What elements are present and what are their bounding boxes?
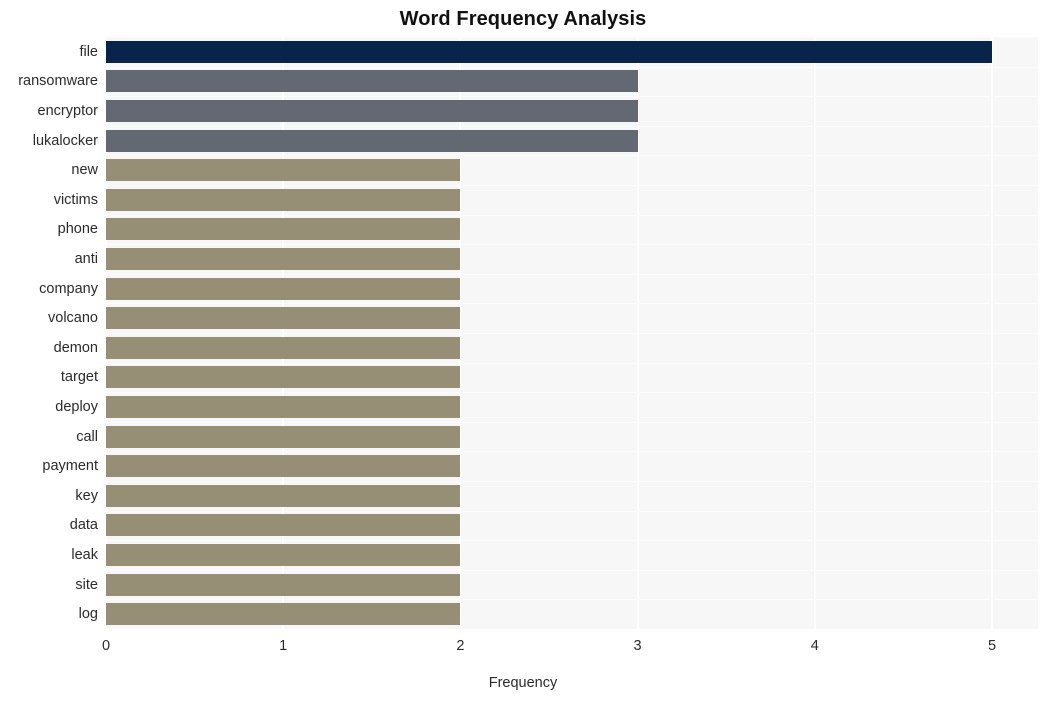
bar-row [106,544,1038,566]
bar [106,188,461,211]
y-tick-label: ransomware [18,73,98,90]
x-tick-label: 4 [810,638,819,654]
y-tick-label: new [71,162,98,179]
gridline-horizontal [106,303,1038,304]
bar-row [106,514,1038,537]
bar-row [106,336,1038,359]
gridline-horizontal [106,540,1038,541]
y-tick-label: call [76,428,98,445]
bar [106,277,461,300]
y-tick-label: encryptor [37,103,98,119]
bar [106,248,461,270]
gridline-horizontal [106,363,1038,364]
y-tick-label: payment [42,458,98,475]
x-tick-label: 1 [279,638,288,654]
gridline-horizontal [106,37,1038,38]
bar-row [106,129,1038,152]
gridline-horizontal [106,67,1038,68]
bar-row [106,307,1038,330]
x-tick-label: 3 [633,638,642,654]
y-tick-label: log [78,606,98,623]
y-axis-tick-labels: file ransomware encryptor lukalocker new vict… [0,37,98,629]
gridline-horizontal [106,511,1038,512]
bar-row [106,40,1038,63]
bar [106,396,461,418]
x-axis-tick-labels: 0 1 2 3 4 5 [0,636,1046,662]
gridline-horizontal [106,96,1038,97]
x-tick-label: 0 [101,638,111,654]
bar-row [106,277,1038,300]
gridline-horizontal [106,126,1038,127]
gridline-horizontal [106,392,1038,393]
bar [106,307,461,330]
bar [106,425,461,448]
gridline-horizontal [106,274,1038,275]
y-tick-label: deploy [55,399,98,415]
bar-row [106,455,1038,478]
gridline-horizontal [106,185,1038,186]
bar [106,159,461,182]
x-axis-title: Frequency [488,675,558,691]
bar [106,455,461,478]
gridline-horizontal [106,599,1038,600]
bar-row [106,100,1038,122]
x-tick-label: 2 [456,638,465,654]
y-tick-label: victims [53,191,98,208]
gridline-horizontal [106,155,1038,156]
bar-row [106,484,1038,507]
y-tick-label: file [79,43,98,60]
bar-row [106,159,1038,182]
y-tick-label: phone [57,221,98,238]
y-tick-label: demon [53,339,98,356]
bar-row [106,573,1038,596]
gridline-horizontal [106,570,1038,571]
bar [106,366,461,389]
bar-row [106,425,1038,448]
gridline-horizontal [106,451,1038,452]
gridline-horizontal [106,215,1038,216]
gridline-horizontal [106,333,1038,334]
bar [106,336,461,359]
x-tick-label: 5 [987,638,997,654]
chart-title: Word Frequency Analysis [399,8,647,30]
gridline-horizontal [106,481,1038,482]
bar [106,218,461,241]
bar-row [106,70,1038,93]
plot-area [106,37,1038,629]
bar-row [106,396,1038,418]
bar [106,573,461,596]
bar [106,544,461,566]
y-tick-label: leak [71,547,98,563]
y-tick-label: data [69,517,98,534]
bar-row [106,603,1038,626]
y-tick-label: anti [74,251,98,267]
bar-row [106,218,1038,241]
y-tick-label: site [75,576,98,593]
bar [106,129,638,152]
y-tick-label: volcano [48,310,98,327]
y-tick-label: target [60,369,98,386]
bar [106,514,461,537]
gridline-horizontal [106,244,1038,245]
y-tick-label: key [75,487,98,504]
y-tick-label: lukalocker [32,132,98,149]
bar [106,100,638,122]
bar [106,70,638,93]
gridline-horizontal [106,422,1038,423]
bar [106,603,461,626]
y-tick-label: company [39,280,98,297]
bar-row [106,248,1038,270]
bar-row [106,188,1038,211]
bar-row [106,366,1038,389]
word-frequency-chart: Word Frequency Analysis file ransomware en… [0,0,1046,701]
bar [106,484,461,507]
bar [106,40,992,63]
